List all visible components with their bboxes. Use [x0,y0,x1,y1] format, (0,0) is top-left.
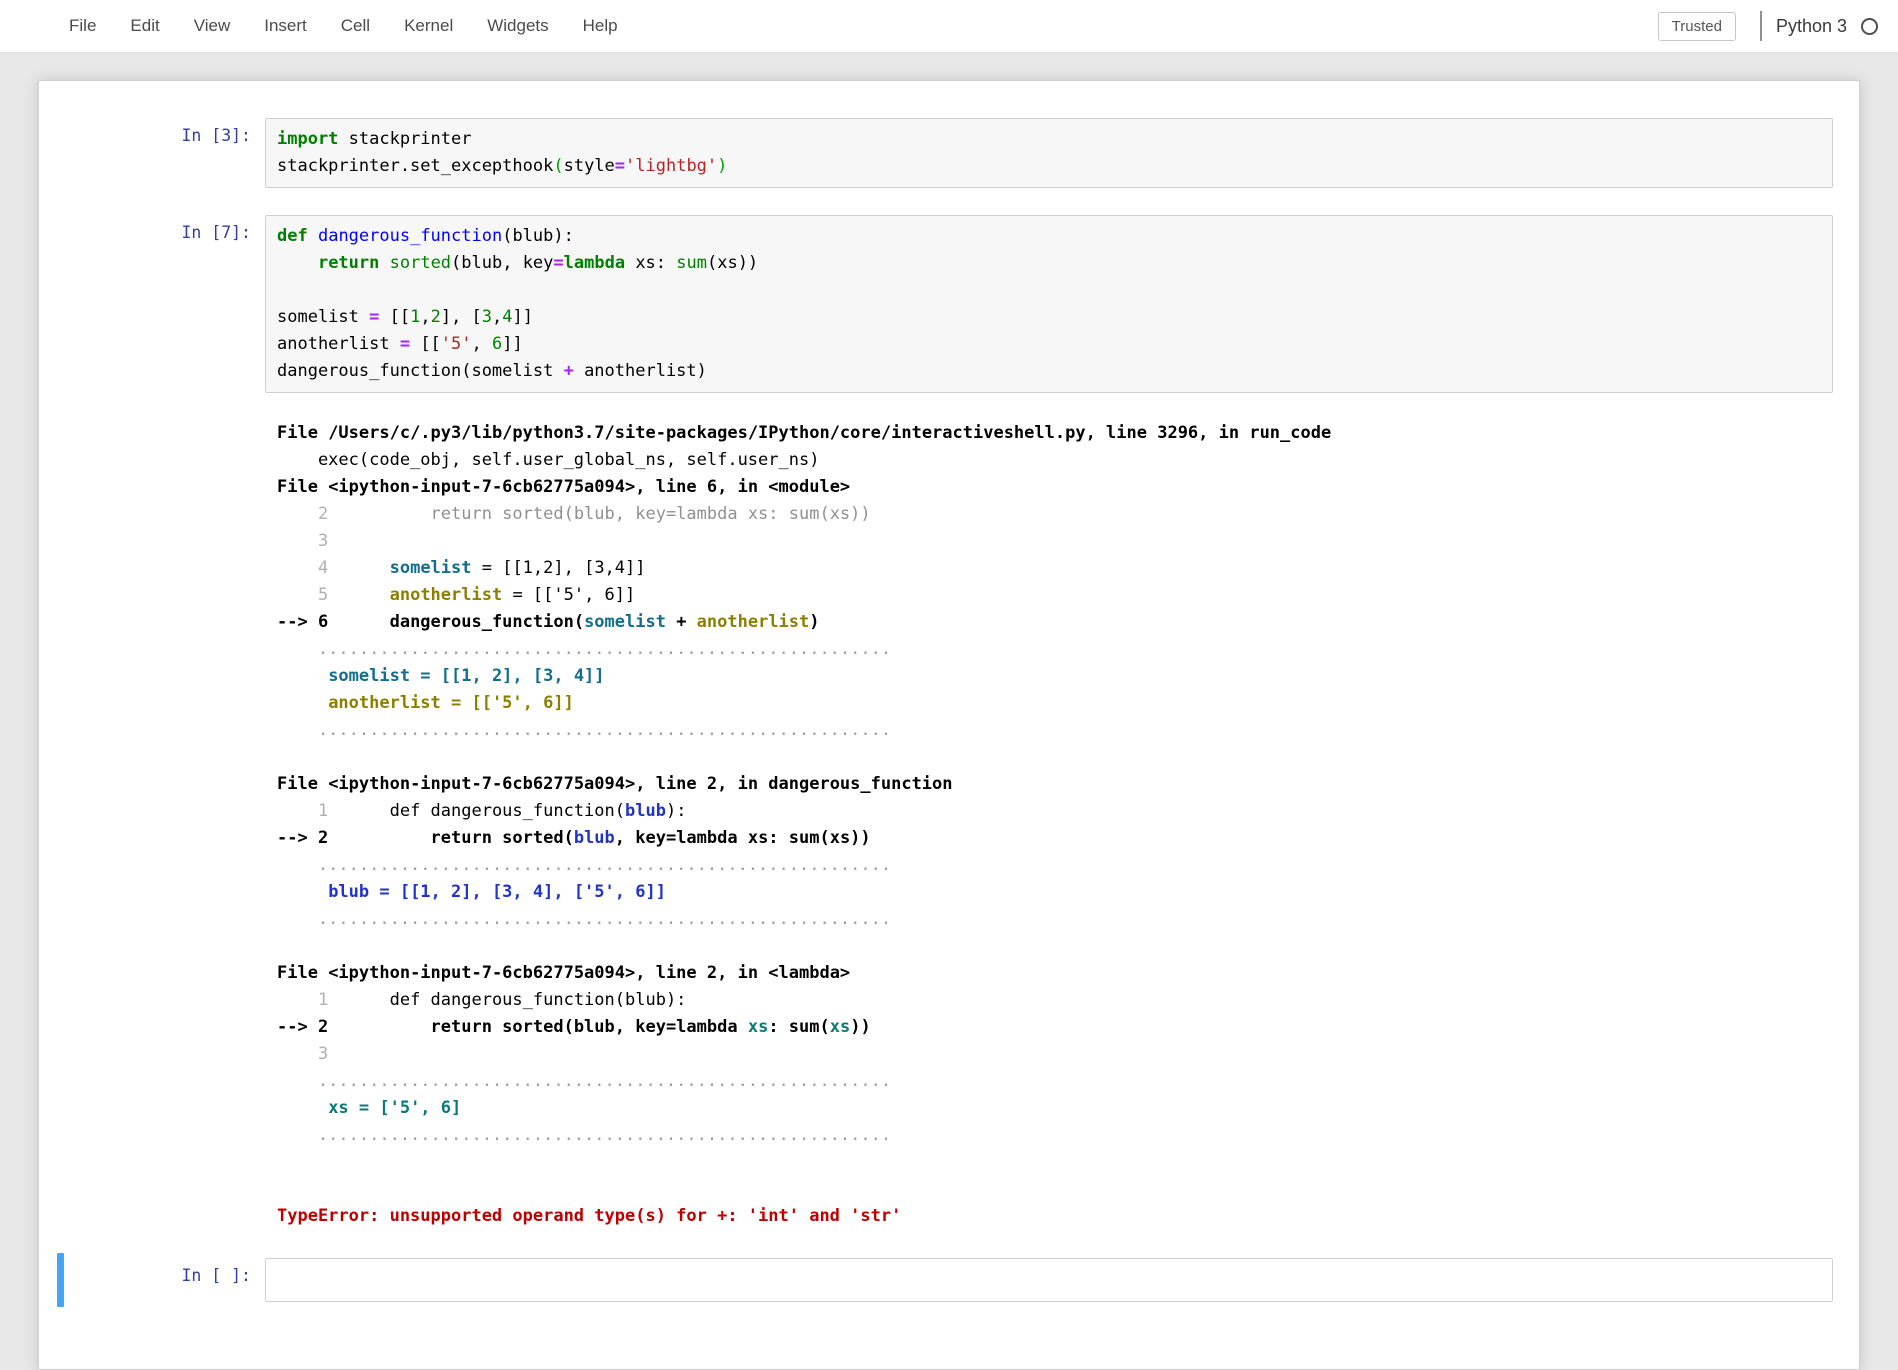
cell-output: File /Users/c/.py3/lib/python3.7/site-pa… [265,420,1833,1230]
menu-item-edit[interactable]: Edit [113,8,176,44]
menu-item-insert[interactable]: Insert [247,8,324,44]
code-line: --> 2 return sorted(blub, key=lambda xs:… [277,1017,871,1037]
code-line: somelist = [[1, 2], [3, 4]] [328,666,605,686]
code-line: somelist = [[1,2], [3,4]] [277,307,534,327]
code-line: File /Users/c/.py3/lib/python3.7/site-pa… [277,423,1332,443]
code-line: dangerous_function(somelist + anotherlis… [277,361,707,381]
code-line: anotherlist = [['5', 6]] [277,334,523,354]
code-block: def dangerous_function(blub): return sor… [277,223,1821,385]
trusted-button[interactable]: Trusted [1657,11,1736,41]
code-line: File <ipython-input-7-6cb62775a094>, lin… [277,477,851,497]
empty-code-input[interactable] [265,1258,1833,1302]
code-line: ........................................… [277,1071,892,1091]
code-line: stackprinter.set_excepthook(style='light… [277,156,728,176]
cell-prompt: In [7]: [181,223,251,242]
code-line: 2 return sorted(blub, key=lambda xs: sum… [277,504,871,524]
cell-prompt: In [ ]: [181,1266,251,1285]
kernel-name: Python 3 [1775,15,1847,36]
code-line: def dangerous_function(blub): [277,226,574,246]
code-line: 3 [277,531,329,551]
menu-item-help[interactable]: Help [566,8,635,44]
menu-item-cell[interactable]: Cell [324,8,387,44]
code-line: 1 def dangerous_function(blub): [277,990,687,1010]
code-line: ........................................… [277,639,892,659]
traceback-output: File /Users/c/.py3/lib/python3.7/site-pa… [277,420,1833,1230]
code-cell-1[interactable]: In [3]: import stackprinter stackprinter.… [39,118,1859,188]
code-input[interactable]: import stackprinter stackprinter.set_exce… [265,118,1833,188]
notebook-container: In [3]: import stackprinter stackprinter.… [38,80,1860,1370]
menubar-right: Trusted Python 3 [1657,11,1878,41]
code-line: ........................................… [277,720,892,740]
code-line: exec(code_obj, self.user_global_ns, self… [277,450,820,470]
code-line: return sorted(blub, key=lambda xs: sum(x… [317,253,759,273]
code-line: ........................................… [277,855,892,875]
code-line: File <ipython-input-7-6cb62775a094>, lin… [277,774,953,794]
cell-prompt: In [3]: [181,126,251,145]
code-line: ........................................… [277,1125,892,1145]
code-line: 3 [277,1044,329,1064]
code-line: 5 anotherlist = [['5', 6]] [277,585,636,605]
code-line: xs = ['5', 6] [328,1098,462,1118]
menu: File Edit View Insert Cell Kernel Widgets Help [52,8,635,44]
code-block [277,1266,1821,1293]
menu-item-file[interactable]: File [52,8,113,44]
code-line: anotherlist = [['5', 6]] [328,693,574,713]
code-line: TypeError: unsupported operand type(s) f… [277,1206,902,1226]
kernel-idle-icon [1861,17,1878,35]
code-line: blub = [[1, 2], [3, 4], ['5', 6]] [328,882,666,902]
code-line: --> 6 dangerous_function(somelist + anot… [277,612,820,632]
code-line: ........................................… [277,909,892,929]
code-block: import stackprinter stackprinter.set_exce… [277,126,1821,180]
menu-item-widgets[interactable]: Widgets [470,8,565,44]
code-line: 4 somelist = [[1,2], [3,4]] [277,558,646,578]
code-cell-2[interactable]: In [7]: def dangerous_function(blub): re… [39,215,1859,393]
code-line: File <ipython-input-7-6cb62775a094>, lin… [277,963,851,983]
code-line: --> 2 return sorted(blub, key=lambda xs:… [277,828,871,848]
selected-cell-bar [57,1253,64,1307]
menu-bar: File Edit View Insert Cell Kernel Widgets Help … [0,0,1898,54]
code-line: import stackprinter [277,129,472,149]
menu-item-kernel[interactable]: Kernel [387,8,470,44]
empty-cell[interactable]: In [ ]: [39,1253,1859,1307]
code-input[interactable]: def dangerous_function(blub): return sor… [265,215,1833,393]
kernel-divider [1759,11,1762,41]
menu-item-view[interactable]: View [177,8,248,44]
code-line: 1 def dangerous_function(blub): [277,801,687,821]
